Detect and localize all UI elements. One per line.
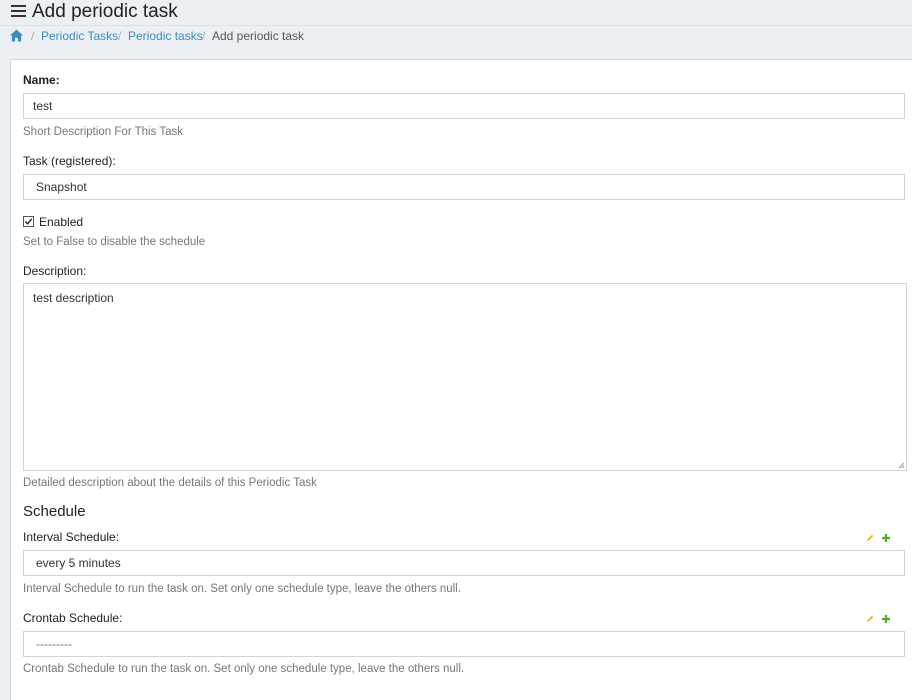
checkmark-icon [24, 218, 33, 225]
crontab-schedule-select[interactable]: --------- [23, 631, 905, 657]
enabled-checkbox[interactable] [23, 216, 34, 227]
crontab-help-text: Crontab Schedule to run the task on. Set… [23, 663, 465, 675]
menu-icon[interactable] [11, 5, 26, 18]
add-interval-plus-icon[interactable] [881, 533, 891, 543]
page-header: Add periodic task [0, 0, 912, 24]
task-select[interactable]: Snapshot [23, 174, 905, 200]
breadcrumb-separator: / [31, 29, 35, 43]
home-icon[interactable] [10, 29, 23, 42]
interval-schedule-label: Interval Schedule: [23, 530, 120, 544]
resize-handle-icon[interactable] [898, 462, 905, 469]
enabled-label: Enabled [39, 215, 84, 229]
interval-schedule-select[interactable]: every 5 minutes [23, 550, 905, 576]
breadcrumb-separator: / [118, 29, 122, 43]
edit-crontab-pencil-icon[interactable] [865, 614, 875, 624]
description-textarea[interactable]: test description [23, 283, 907, 471]
add-crontab-plus-icon[interactable] [881, 614, 891, 624]
page-title: Add periodic task [32, 1, 178, 22]
enabled-help-text: Set to False to disable the schedule [23, 236, 206, 248]
breadcrumb-link-periodic-tasks-app[interactable]: Periodic Tasks [41, 26, 118, 46]
breadcrumb-link-periodic-tasks[interactable]: Periodic tasks [128, 26, 203, 46]
schedule-section-title: Schedule [23, 503, 86, 520]
crontab-schedule-label: Crontab Schedule: [23, 611, 123, 625]
task-label: Task (registered): [23, 154, 116, 168]
interval-help-text: Interval Schedule to run the task on. Se… [23, 583, 461, 595]
name-label: Name: [23, 73, 60, 87]
description-help-text: Detailed description about the details o… [23, 477, 317, 489]
edit-interval-pencil-icon[interactable] [865, 533, 875, 543]
name-help-text: Short Description For This Task [23, 126, 183, 138]
description-label: Description: [23, 264, 87, 278]
name-input[interactable] [23, 93, 905, 119]
breadcrumb: / Periodic Tasks / Periodic tasks / Add … [0, 25, 912, 46]
breadcrumb-current: Add periodic task [212, 29, 305, 43]
breadcrumb-separator: / [202, 29, 206, 43]
